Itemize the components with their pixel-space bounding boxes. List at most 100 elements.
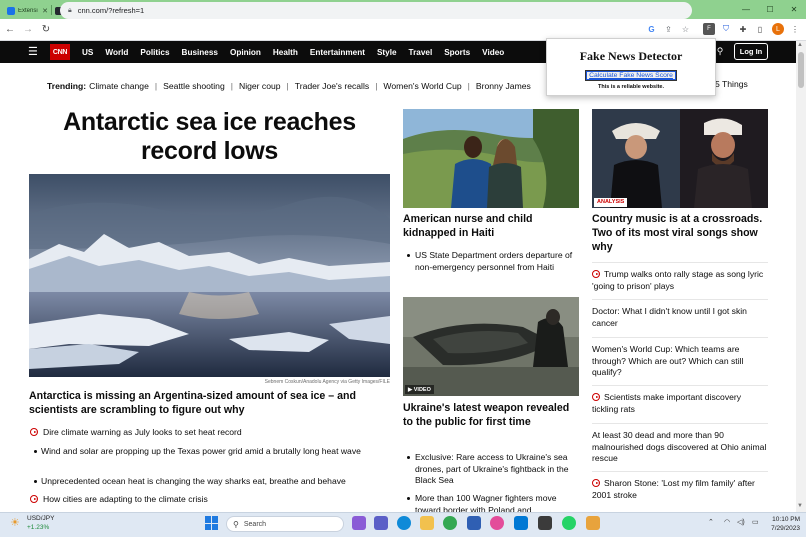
address-bar[interactable]: 🔒︎ cnn.com/?refresh=1 — [60, 2, 692, 19]
story-bullet-item[interactable]: US State Department orders departure of … — [403, 250, 573, 273]
share-icon[interactable]: ⇪ — [663, 24, 674, 35]
nav-link-video[interactable]: Video — [476, 48, 510, 57]
nav-link-travel[interactable]: Travel — [403, 48, 439, 57]
scroll-up-icon[interactable]: ▲ — [797, 42, 803, 48]
teams-icon[interactable] — [374, 516, 388, 530]
right-story-item[interactable]: Scientists make important discovery tick… — [592, 392, 768, 415]
main-story-image[interactable] — [29, 174, 390, 377]
site-info-icon[interactable]: 🔒︎ — [68, 7, 72, 15]
main-bullet-item[interactable]: Wind and solar are propping up the Texas… — [29, 446, 389, 457]
scrollbar-thumb[interactable] — [798, 52, 804, 88]
main-bullet-item[interactable]: How cities are adapting to the climate c… — [29, 494, 389, 505]
nav-link-business[interactable]: Business — [176, 48, 224, 57]
profile-avatar[interactable]: L — [772, 23, 784, 35]
trending-item-5-things[interactable]: 5 Things — [715, 79, 748, 89]
haiti-story-image[interactable] — [403, 109, 579, 208]
bookmark-star-icon[interactable]: ☆ — [680, 24, 691, 35]
popup-title: Fake News Detector — [579, 49, 683, 63]
right-story-item[interactable]: Women's World Cup: Which teams are throu… — [592, 344, 768, 379]
nav-link-opinion[interactable]: Opinion — [224, 48, 267, 57]
volume-icon[interactable]: ◁) — [737, 518, 745, 526]
tray-chevron-icon[interactable]: ⌃ — [708, 518, 714, 526]
file-explorer-icon[interactable] — [420, 516, 434, 530]
right-story-text: Women's World Cup: Which teams are throu… — [592, 344, 744, 377]
bullet-marker — [29, 446, 41, 457]
chrome-icon[interactable] — [443, 516, 457, 530]
nav-link-health[interactable]: Health — [267, 48, 304, 57]
wifi-icon[interactable]: ◠ — [724, 518, 730, 526]
list-divider — [592, 337, 768, 338]
main-bullet-item[interactable]: Unprecedented ocean heat is changing the… — [29, 476, 389, 487]
login-button[interactable]: Log In — [734, 43, 768, 60]
shield-extension-icon[interactable]: ⛉ — [720, 23, 732, 35]
copilot-icon[interactable] — [352, 516, 366, 530]
vscode-icon[interactable] — [514, 516, 528, 530]
ticker-name[interactable]: USD/JPY — [27, 515, 54, 522]
browser-tab[interactable]: Extensi ✕ — [4, 2, 51, 19]
trending-item[interactable]: Trader Joe's recalls — [295, 81, 369, 91]
right-story-item[interactable]: Trump walks onto rally stage as song lyr… — [592, 269, 768, 292]
extensions-puzzle-icon[interactable]: ✚ — [737, 23, 749, 35]
trending-label: Trending: — [47, 81, 87, 91]
ukraine-story-image[interactable] — [403, 297, 579, 396]
cnn-logo[interactable]: CNN — [50, 44, 70, 60]
story-bullet-item[interactable]: Exclusive: Rare access to Ukraine's sea … — [403, 452, 573, 487]
forward-button[interactable]: → — [20, 21, 36, 39]
page-scrollbar[interactable] — [796, 41, 806, 512]
back-button[interactable]: ← — [2, 21, 18, 39]
trending-item[interactable]: Women's World Cup — [383, 81, 461, 91]
close-window-button[interactable]: ✕ — [782, 0, 806, 19]
video-badge: ▶ VIDEO — [405, 385, 434, 394]
country-music-image[interactable] — [592, 109, 768, 208]
list-divider — [592, 299, 768, 300]
trending-separator: | — [467, 81, 470, 91]
fake-news-extension-icon[interactable]: F — [703, 23, 715, 35]
nurse-and-child-photo — [403, 109, 579, 208]
right-story-item[interactable]: Sharon Stone: 'Lost my film family' afte… — [592, 478, 768, 501]
country-music-headline[interactable]: Country music is at a crossroads. Two of… — [592, 212, 768, 254]
right-story-item[interactable]: Doctor: What I didn't know until I got s… — [592, 306, 768, 329]
nav-link-politics[interactable]: Politics — [134, 48, 175, 57]
haiti-headline[interactable]: American nurse and child kidnapped in Ha… — [403, 212, 579, 240]
scroll-down-icon[interactable]: ▼ — [797, 503, 803, 509]
trending-item[interactable]: Climate change — [89, 81, 149, 91]
calculate-score-button[interactable]: Calculate Fake News Score — [585, 70, 677, 81]
main-bullet-item[interactable]: Dire climate warning as July looks to se… — [29, 427, 389, 438]
main-headline[interactable]: Antarctic sea ice reaches record lows — [29, 108, 390, 166]
hamburger-menu-icon[interactable]: ☰ — [28, 46, 38, 58]
main-bullet-text: How cities are adapting to the climate c… — [43, 494, 208, 504]
side-panel-icon[interactable]: ▯ — [754, 23, 766, 35]
google-lens-icon[interactable]: G — [646, 24, 657, 35]
edge-icon[interactable] — [397, 516, 411, 530]
ticker-widget-icon[interactable]: ☀ — [10, 517, 22, 529]
terminal-icon[interactable] — [538, 516, 552, 530]
nav-link-style[interactable]: Style — [371, 48, 403, 57]
trending-item[interactable]: Seattle shooting — [163, 81, 225, 91]
nav-link-us[interactable]: US — [76, 48, 99, 57]
whatsapp-icon[interactable] — [562, 516, 576, 530]
system-clock[interactable]: 10:10 PM 7/29/2023 — [766, 515, 800, 533]
nav-link-world[interactable]: World — [99, 48, 134, 57]
main-bullet-text: Dire climate warning as July looks to se… — [43, 427, 242, 437]
store-icon[interactable] — [467, 516, 481, 530]
trending-item[interactable]: Niger coup — [239, 81, 281, 91]
fake-news-detector-popup: Fake News Detector Calculate Fake News S… — [546, 38, 716, 96]
trending-item[interactable]: Bronny James — [476, 81, 531, 91]
chrome-menu-icon[interactable]: ⋮ — [789, 23, 801, 35]
ukraine-headline[interactable]: Ukraine's latest weapon revealed to the … — [403, 401, 579, 429]
taskbar-search-box[interactable]: ⚲ Search — [226, 516, 344, 532]
nav-link-sports[interactable]: Sports — [438, 48, 476, 57]
minimize-button[interactable]: — — [734, 0, 758, 19]
nav-link-entertainment[interactable]: Entertainment — [304, 48, 371, 57]
reload-button[interactable]: ↻ — [38, 21, 54, 39]
tab-close-icon[interactable]: ✕ — [42, 7, 48, 15]
battery-icon[interactable]: ▭ — [752, 518, 759, 526]
start-button[interactable] — [205, 516, 219, 530]
right-story-item[interactable]: At least 30 dead and more than 90 malnou… — [592, 430, 768, 465]
video-badge-label: VIDEO — [413, 386, 431, 393]
app-icon[interactable] — [586, 516, 600, 530]
list-divider — [592, 262, 768, 263]
maximize-button[interactable]: ☐ — [758, 0, 782, 19]
photos-icon[interactable] — [490, 516, 504, 530]
main-subheadline[interactable]: Antarctica is missing an Argentina-sized… — [29, 389, 379, 417]
